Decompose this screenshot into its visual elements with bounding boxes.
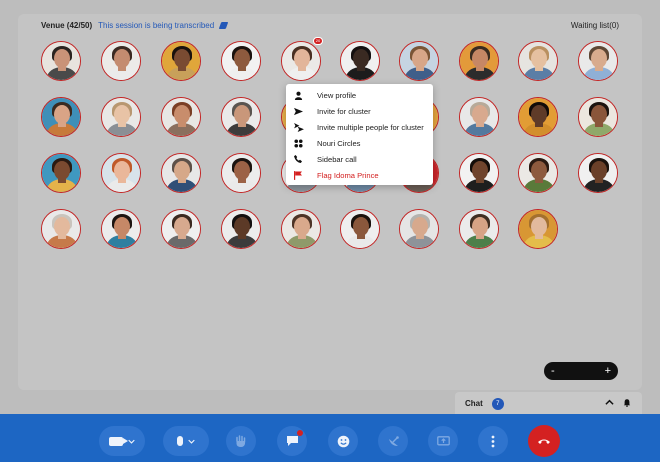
attendee-avatar[interactable] (41, 41, 81, 81)
flag-icon (294, 170, 306, 180)
pencil-icon[interactable] (218, 22, 229, 29)
attendee-avatar[interactable] (281, 41, 321, 81)
attendee-avatar[interactable] (281, 209, 321, 249)
attendee-avatar[interactable] (41, 97, 81, 137)
chevron-down-icon (128, 438, 135, 445)
venue-title: Venue (42/50) (41, 21, 93, 30)
transcription-notice: This session is being transcribed (98, 21, 215, 30)
context-menu: View profile Invite for cluster Invite m… (286, 84, 433, 185)
chat-count-badge: 7 (491, 397, 504, 410)
microphone-button[interactable] (163, 426, 209, 456)
menu-item-view-profile[interactable]: View profile (286, 87, 433, 103)
attendee-avatar[interactable] (161, 153, 201, 193)
attendee-avatar[interactable] (41, 153, 81, 193)
attendee-avatar[interactable] (221, 153, 261, 193)
bottom-toolbar (0, 414, 660, 462)
chat-bubble-icon (286, 435, 299, 447)
chevron-up-icon[interactable] (605, 398, 614, 407)
attendee-avatar[interactable] (161, 97, 201, 137)
menu-label: Nouri Circles (317, 138, 361, 148)
attendee-avatar[interactable] (459, 209, 499, 249)
menu-label: Flag Idoma Prince (317, 170, 379, 180)
attendee-avatar[interactable] (578, 97, 618, 137)
attendee-avatar[interactable] (459, 97, 499, 137)
satellite-icon (387, 435, 400, 448)
attendee-avatar[interactable] (518, 209, 558, 249)
attendee-avatar[interactable] (399, 41, 439, 81)
broadcast-button[interactable] (378, 426, 408, 456)
menu-label: Sidebar call (317, 154, 357, 164)
menu-item-sidebar-call[interactable]: Sidebar call (286, 151, 433, 167)
microphone-icon (177, 436, 183, 446)
attendee-avatar[interactable] (41, 209, 81, 249)
chat-panel-tab[interactable]: Chat 7 (455, 392, 642, 415)
attendee-avatar[interactable] (101, 41, 141, 81)
attendee-avatar[interactable] (221, 97, 261, 137)
attendee-avatar[interactable] (459, 41, 499, 81)
attendee-avatar[interactable] (399, 209, 439, 249)
reactions-button[interactable] (328, 426, 358, 456)
zoom-in-button[interactable]: + (605, 365, 611, 377)
chat-button[interactable] (277, 426, 307, 456)
attendee-avatar[interactable] (459, 153, 499, 193)
attendee-avatar[interactable] (161, 41, 201, 81)
send-icon (294, 107, 306, 116)
leave-call-button[interactable] (528, 425, 560, 457)
attendee-avatar[interactable] (101, 209, 141, 249)
unread-dot (297, 430, 303, 436)
attendee-avatar[interactable] (340, 41, 380, 81)
group-send-icon (294, 122, 306, 132)
attendee-avatar[interactable] (161, 209, 201, 249)
attendee-avatar[interactable] (221, 209, 261, 249)
notification-badge: 20 (313, 37, 323, 45)
menu-item-flag[interactable]: Flag Idoma Prince (286, 167, 433, 183)
menu-label: View profile (317, 90, 357, 100)
hand-icon (235, 434, 247, 448)
attendee-avatar[interactable] (578, 153, 618, 193)
more-options-button[interactable] (478, 426, 508, 456)
venue-header: Venue (42/50) This session is being tran… (41, 21, 229, 30)
menu-item-invite-cluster[interactable]: Invite for cluster (286, 103, 433, 119)
phone-icon (294, 155, 306, 163)
attendee-avatar[interactable] (101, 153, 141, 193)
waiting-list[interactable]: Waiting list(0) (571, 21, 619, 30)
menu-label: Invite multiple people for cluster (317, 122, 424, 132)
attendee-avatar[interactable] (518, 153, 558, 193)
menu-item-nouri-circles[interactable]: Nouri Circles (286, 135, 433, 151)
camera-button[interactable] (99, 426, 145, 456)
smiley-icon (337, 435, 350, 448)
attendee-avatar[interactable] (221, 41, 261, 81)
more-vertical-icon (491, 435, 495, 448)
attendee-avatar[interactable] (518, 97, 558, 137)
camera-icon (109, 436, 128, 446)
attendee-avatar[interactable] (518, 41, 558, 81)
attendee-avatar[interactable] (578, 41, 618, 81)
menu-item-invite-multiple[interactable]: Invite multiple people for cluster (286, 119, 433, 135)
zoom-control: - + (544, 362, 618, 380)
bell-icon[interactable] (623, 398, 631, 407)
attendee-avatar[interactable] (340, 209, 380, 249)
chat-title: Chat (465, 399, 483, 408)
menu-label: Invite for cluster (317, 106, 371, 116)
attendee-avatar[interactable] (101, 97, 141, 137)
raise-hand-button[interactable] (226, 426, 256, 456)
user-icon (294, 91, 306, 100)
hang-up-icon (537, 437, 551, 445)
screen-share-button[interactable] (428, 426, 458, 456)
circles-icon (294, 138, 306, 148)
screen-share-icon (436, 435, 450, 447)
zoom-out-button[interactable]: - (551, 365, 555, 377)
chevron-down-icon (188, 438, 195, 445)
